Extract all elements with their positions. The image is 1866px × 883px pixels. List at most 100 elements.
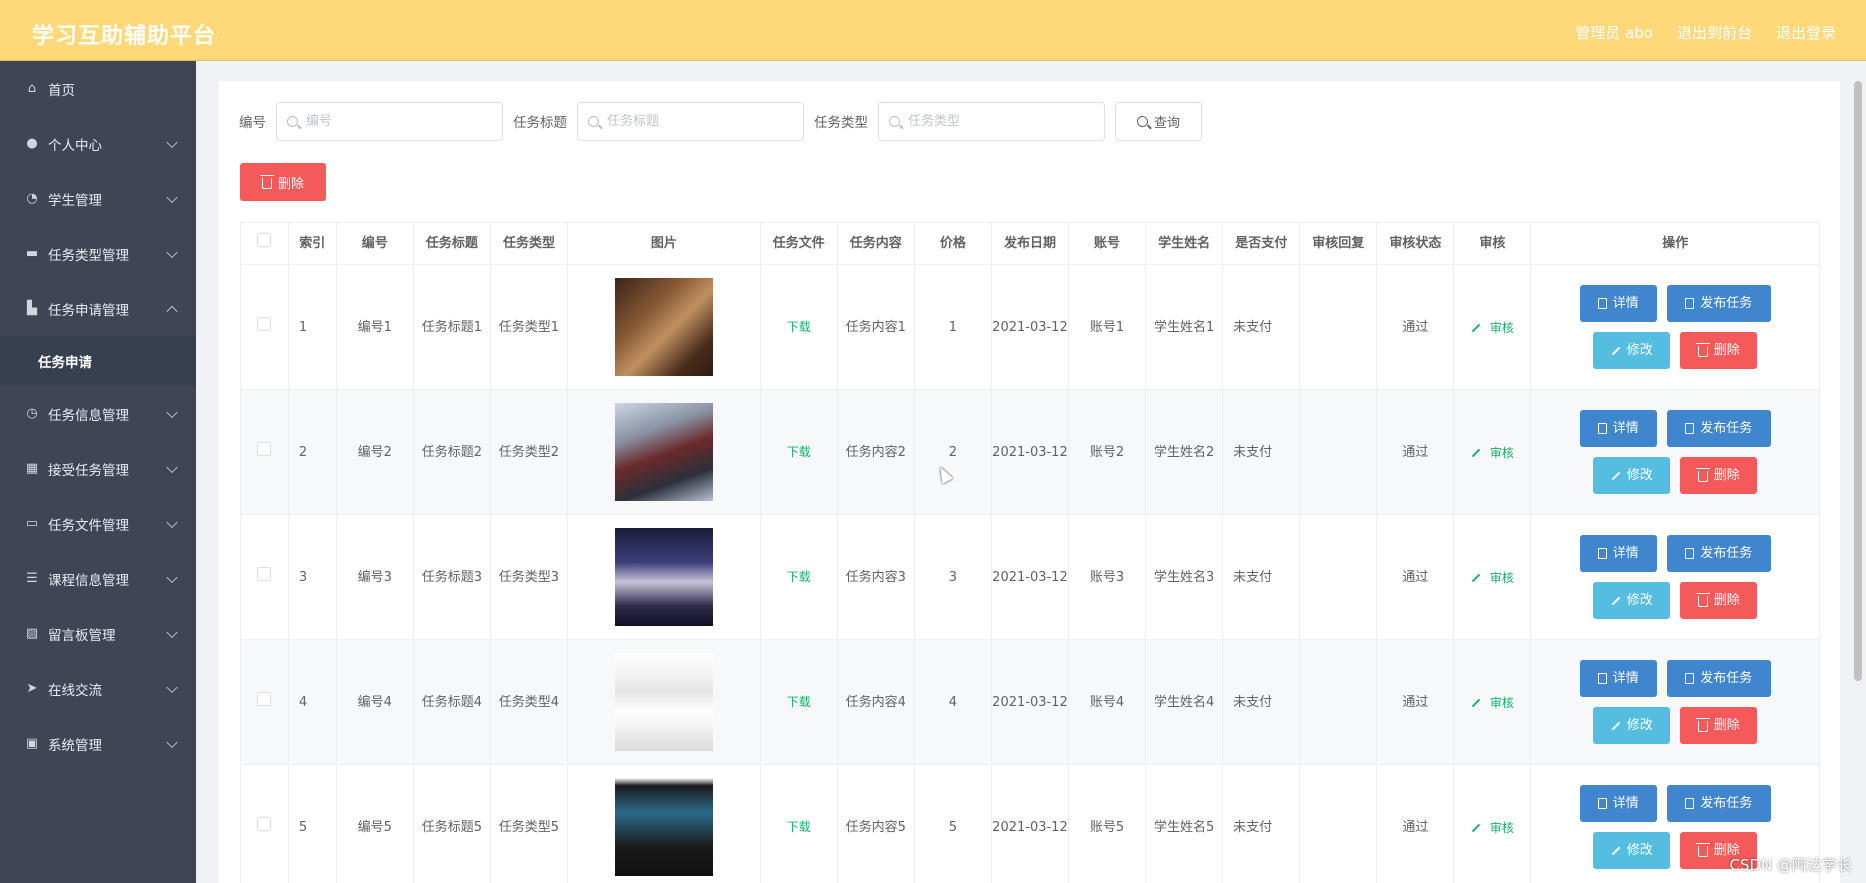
column-header: 审核 (1453, 222, 1532, 265)
detail-label: 详情 (1612, 546, 1639, 561)
sidebar-item-label: 学生管理 (48, 192, 102, 209)
watermark: CSDN @阿达学长 (1729, 856, 1852, 874)
edit-label: 修改 (1626, 843, 1653, 858)
edit-label: 修改 (1626, 468, 1653, 483)
document-icon (1685, 423, 1695, 434)
edit-icon (1611, 346, 1620, 355)
paid-cell: 未支付 (1222, 764, 1301, 883)
detail-button[interactable]: 详情 (1579, 285, 1657, 322)
audit-link[interactable]: 审核 (1471, 693, 1514, 714)
bianhao-cell: 编号4 (335, 639, 414, 765)
title-search-field[interactable] (577, 101, 804, 141)
download-link[interactable]: 下载 (787, 445, 811, 459)
sidebar-item-task-applications[interactable]: ▙ 任务申请管理 (0, 281, 196, 336)
sidebar-item-accepted-tasks[interactable]: ▦ 接受任务管理 (0, 441, 196, 496)
task-thumbnail[interactable] (614, 778, 713, 876)
task-thumbnail[interactable] (614, 403, 713, 501)
publish-task-button[interactable]: 发布任务 (1666, 410, 1771, 447)
chevron-down-icon (166, 736, 178, 748)
download-link[interactable]: 下载 (787, 320, 811, 334)
column-header: 任务类型 (489, 222, 568, 265)
task-thumbnail[interactable] (614, 653, 713, 751)
type-cell: 任务类型4 (489, 639, 568, 765)
sidebar-item-online-chat[interactable]: ➤ 在线交流 (0, 661, 196, 716)
chevron-down-icon (166, 246, 178, 258)
trash-icon (1695, 843, 1710, 857)
row-select-cell (240, 264, 289, 390)
edit-icon (1611, 846, 1620, 855)
sidebar-item-task-types[interactable]: ▬ 任务类型管理 (0, 226, 196, 281)
row-checkbox[interactable] (257, 441, 272, 456)
sidebar-item-label: 任务文件管理 (48, 517, 129, 534)
title-input[interactable] (607, 113, 777, 129)
type-cell: 任务类型1 (489, 264, 568, 390)
publish-task-button[interactable]: 发布任务 (1666, 660, 1771, 697)
edit-button[interactable]: 修改 (1593, 457, 1671, 494)
image-cell (566, 639, 761, 765)
column-header: 编号 (335, 222, 414, 265)
sidebar-item-label: 任务申请管理 (48, 302, 129, 319)
audit-link[interactable]: 审核 (1471, 443, 1514, 464)
audit-link[interactable]: 审核 (1471, 568, 1514, 589)
detail-button[interactable]: 详情 (1579, 785, 1657, 822)
sidebar-item-students[interactable]: ◔ 学生管理 (0, 171, 196, 226)
sidebar-item-system[interactable]: ▣ 系统管理 (0, 716, 196, 771)
audit-link[interactable]: 审核 (1471, 318, 1514, 339)
row-checkbox[interactable] (257, 316, 272, 331)
date-cell: 2021-03-12 (990, 639, 1070, 765)
sidebar-item-message-board[interactable]: ▨ 留言板管理 (0, 606, 196, 661)
publish-label: 发布任务 (1700, 546, 1753, 561)
task-thumbnail[interactable] (614, 278, 713, 376)
delete-button[interactable]: 删除 (1680, 457, 1758, 494)
edit-button[interactable]: 修改 (1593, 832, 1671, 869)
detail-button[interactable]: 详情 (1579, 410, 1657, 447)
bianhao-search-field[interactable] (276, 101, 503, 141)
edit-button[interactable]: 修改 (1593, 707, 1671, 744)
column-header: 索引 (287, 222, 337, 265)
sidebar-item-task-files[interactable]: ▭ 任务文件管理 (0, 496, 196, 551)
download-link[interactable]: 下载 (787, 820, 811, 834)
detail-button[interactable]: 详情 (1579, 535, 1657, 572)
back-to-front-link[interactable]: 退出到前台 (1677, 22, 1752, 43)
query-button[interactable]: 查询 (1115, 101, 1202, 141)
select-all-checkbox[interactable] (257, 233, 272, 247)
detail-button[interactable]: 详情 (1579, 660, 1657, 697)
publish-task-button[interactable]: 发布任务 (1666, 285, 1771, 322)
edit-button[interactable]: 修改 (1593, 332, 1671, 369)
column-header: 任务文件 (759, 222, 838, 265)
bianhao-label: 编号 (239, 115, 266, 131)
vertical-scrollbar[interactable] (1854, 81, 1862, 681)
title-cell: 任务标题2 (412, 389, 491, 515)
row-checkbox[interactable] (257, 566, 272, 581)
download-link[interactable]: 下载 (787, 695, 811, 709)
publish-task-button[interactable]: 发布任务 (1666, 535, 1771, 572)
edit-button[interactable]: 修改 (1593, 582, 1671, 619)
date-cell: 2021-03-12 (990, 514, 1070, 640)
sidebar-item-label: 任务类型管理 (48, 247, 129, 264)
sidebar-item-courses[interactable]: ☰ 课程信息管理 (0, 551, 196, 606)
sidebar-item-home[interactable]: ⌂ 首页 (0, 61, 196, 116)
date-cell: 2021-03-12 (990, 264, 1070, 390)
sidebar-subitem-task-application[interactable]: 任务申请 (0, 336, 196, 386)
bianhao-input[interactable] (306, 113, 476, 129)
publish-task-button[interactable]: 发布任务 (1666, 785, 1771, 822)
sidebar-item-profile[interactable]: ● 个人中心 (0, 116, 196, 171)
delete-button[interactable]: 删除 (1680, 582, 1758, 619)
sidebar-item-task-info[interactable]: ◷ 任务信息管理 (0, 386, 196, 441)
audit-link[interactable]: 审核 (1471, 818, 1514, 839)
chart-icon: ▨ (25, 626, 39, 641)
delete-button[interactable]: 删除 (1680, 332, 1758, 369)
row-checkbox[interactable] (257, 691, 272, 706)
chevron-down-icon (166, 406, 178, 418)
user-icon: ● (26, 136, 38, 151)
delete-button[interactable]: 删除 (1680, 707, 1758, 744)
sidebar-item-label: 任务信息管理 (48, 407, 129, 424)
type-input[interactable] (908, 113, 1078, 129)
download-link[interactable]: 下载 (787, 570, 811, 584)
home-icon: ⌂ (27, 81, 37, 96)
batch-delete-button[interactable]: 删除 (240, 163, 326, 201)
row-checkbox[interactable] (257, 816, 272, 831)
type-search-field[interactable] (878, 101, 1105, 141)
logout-link[interactable]: 退出登录 (1776, 22, 1836, 43)
task-thumbnail[interactable] (614, 528, 713, 626)
